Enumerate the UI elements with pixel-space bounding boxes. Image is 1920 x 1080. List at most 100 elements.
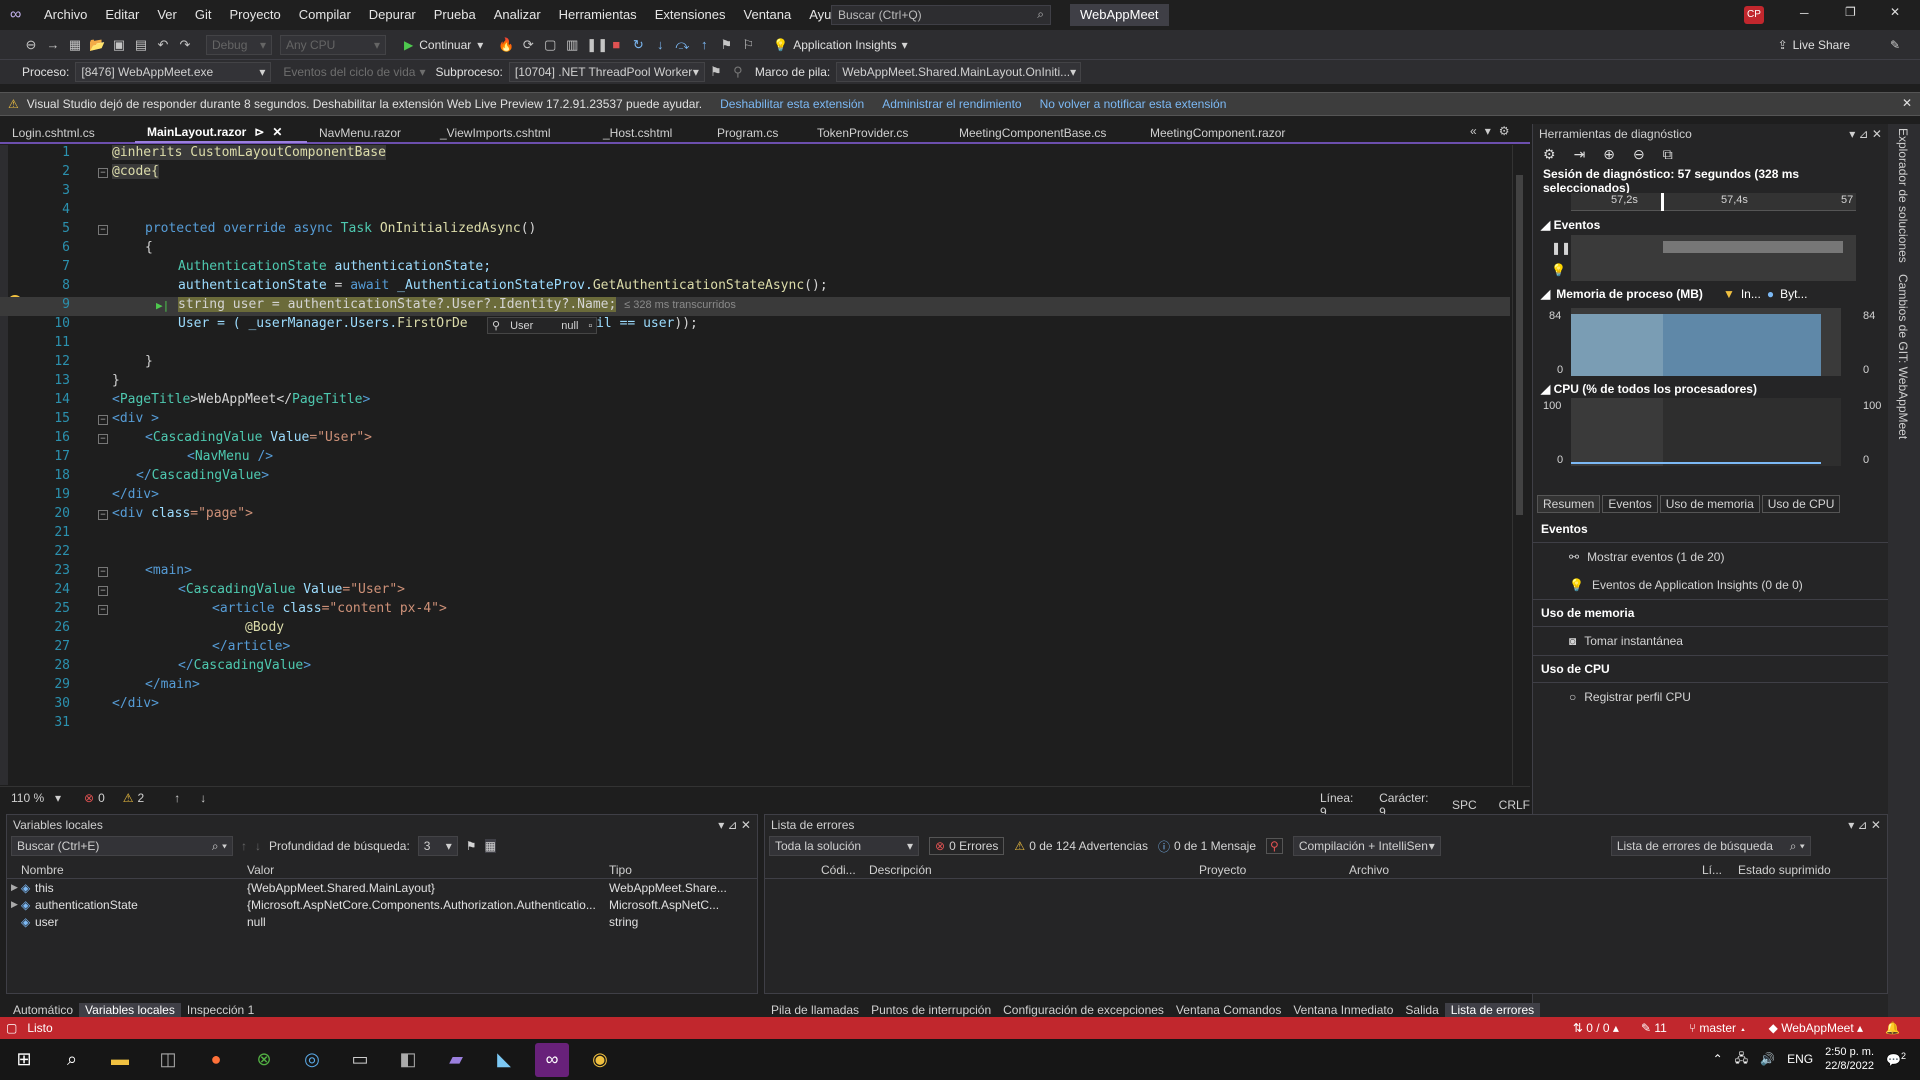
column-description[interactable]: Descripción <box>869 863 1199 877</box>
menu-item-git[interactable]: Git <box>186 7 221 22</box>
scroll-thumb[interactable] <box>1516 175 1523 515</box>
terminal-icon[interactable]: ▭ <box>343 1043 377 1077</box>
git-changes-tab[interactable]: Cambios de GIT: WebAppMeet <box>1896 274 1910 439</box>
application-insights-button[interactable]: 💡 Application Insights ▾ <box>773 38 907 52</box>
menu-item-compilar[interactable]: Compilar <box>290 7 360 22</box>
datatip[interactable]: ⚲ User null ▫ <box>487 317 598 334</box>
continue-button[interactable]: ▶ Continuar ▾ <box>404 38 483 52</box>
events-track[interactable] <box>1571 235 1856 281</box>
tool-tab-4[interactable]: Ventana Inmediato <box>1287 1003 1399 1017</box>
warnings-filter-button[interactable]: ⚠ 0 de 124 Advertencias <box>1014 839 1148 853</box>
column-suppression[interactable]: Estado suprimido <box>1738 863 1858 877</box>
column-value[interactable]: Valor <box>247 863 609 877</box>
menu-item-ventana[interactable]: Ventana <box>735 7 801 22</box>
app-icon[interactable]: ◧ <box>391 1043 425 1077</box>
perf-tip[interactable]: ≤ 328 ms transcurridos <box>624 299 736 311</box>
tool-tab-6[interactable]: Lista de errores <box>1444 1003 1541 1017</box>
language-indicator[interactable]: ENG <box>1787 1052 1813 1066</box>
events-section-header[interactable]: ◢ Eventos <box>1541 218 1600 232</box>
stack-frame-select[interactable]: WebAppMeet.Shared.MainLayout.OnIniti... ▾ <box>836 62 1082 82</box>
notifications-icon[interactable]: 💬2 <box>1886 1051 1906 1067</box>
tool-tab-5[interactable]: Salida <box>1399 1003 1444 1017</box>
steam-icon[interactable]: ◎ <box>295 1043 329 1077</box>
close-tab-icon[interactable]: ✕ <box>272 125 282 139</box>
view-icon[interactable]: ▦ <box>484 839 496 853</box>
expand-icon[interactable]: ▫ <box>588 320 592 332</box>
next-icon[interactable]: ↓ <box>255 839 261 853</box>
column-type[interactable]: Tipo <box>609 863 729 877</box>
step-over-icon[interactable]: ⤼ <box>674 37 690 53</box>
menu-item-prueba[interactable]: Prueba <box>425 7 485 22</box>
clock[interactable]: 2:50 p. m. 22/8/2022 <box>1825 1045 1874 1073</box>
prev-icon[interactable]: ↑ <box>241 839 247 853</box>
next-issue-icon[interactable]: ↓ <box>200 791 206 805</box>
show-events-link[interactable]: ⚯ Mostrar eventos (1 de 20) <box>1533 543 1889 571</box>
tab-program-cs[interactable]: Program.cs <box>705 124 805 143</box>
zoom-select[interactable]: 110 % ▾ <box>6 788 66 808</box>
column-line[interactable]: Lí... <box>1702 863 1738 877</box>
menu-item-extensiones[interactable]: Extensiones <box>646 7 735 22</box>
diag-tab-3[interactable]: Uso de CPU <box>1761 495 1841 513</box>
tab-mainlayout-razor[interactable]: MainLayout.razor ⊳ ✕ <box>135 123 307 143</box>
expand-icon[interactable]: ▶ <box>7 899 21 910</box>
dropdown-icon[interactable]: ▾ <box>1485 124 1491 138</box>
branch-indicator[interactable]: ⑂ master ▴ <box>1689 1021 1747 1035</box>
memory-section-header[interactable]: ◢ Memoria de proceso (MB) ▼ In... ● Byt... <box>1541 287 1807 301</box>
diag-tab-2[interactable]: Uso de memoria <box>1659 495 1760 513</box>
tab-login-cshtml-cs[interactable]: Login.cshtml.cs <box>0 124 135 143</box>
tab--host-cshtml[interactable]: _Host.cshtml <box>591 124 705 143</box>
menu-item-analizar[interactable]: Analizar <box>485 7 550 22</box>
avatar[interactable]: CP <box>1744 6 1764 24</box>
refresh-icon[interactable]: ⟳ <box>520 37 536 53</box>
tool-tab-1[interactable]: Puntos de interrupción <box>865 1003 997 1017</box>
menu-item-archivo[interactable]: Archivo <box>35 7 96 22</box>
sync-indicator[interactable]: ⇅ 0 / 0 ▴ <box>1573 1021 1619 1035</box>
tray-expand-icon[interactable]: ⌃ <box>1713 1052 1723 1066</box>
build-source-select[interactable]: Compilación + IntelliSen ▾ <box>1292 836 1441 856</box>
whitespace-indicator[interactable]: SPC <box>1452 798 1477 812</box>
back-icon[interactable]: ⊖ <box>23 37 39 53</box>
pin-tab-icon[interactable]: ⊳ <box>254 125 264 139</box>
previous-issue-icon[interactable]: ↑ <box>174 791 180 805</box>
process-select[interactable]: [8476] WebAppMeet.exe ▾ <box>75 62 272 82</box>
step-into-icon[interactable]: ↓ <box>652 37 668 53</box>
locals-tab-1[interactable]: Variables locales <box>79 1003 181 1017</box>
menu-item-proyecto[interactable]: Proyecto <box>220 7 289 22</box>
minimize-icon[interactable]: ─ <box>1800 6 1809 20</box>
pane-controls[interactable]: ▾ ⊿ ✕ <box>1849 127 1882 141</box>
search-icon[interactable]: ⌕ <box>55 1043 89 1077</box>
cpu-chart[interactable] <box>1571 398 1841 466</box>
output-icon[interactable]: ▢ <box>6 1021 17 1035</box>
platform-select[interactable]: Any CPU ▾ <box>280 34 386 55</box>
insights-icon[interactable]: 💡 <box>1551 263 1566 277</box>
configuration-select[interactable]: Debug ▾ <box>206 34 272 55</box>
locals-tab-0[interactable]: Automático <box>7 1003 79 1017</box>
repo-indicator[interactable]: ◆ WebAppMeet ▴ <box>1769 1021 1863 1035</box>
tab-meetingcomponentbase-cs[interactable]: MeetingComponentBase.cs <box>947 124 1138 143</box>
locals-search[interactable]: Buscar (Ctrl+E) ⌕ ▾ <box>11 836 233 856</box>
thread-select[interactable]: [10704] .NET ThreadPool Worker ▾ <box>508 62 705 82</box>
pane-controls[interactable]: ▾ ⊿ ✕ <box>1848 818 1881 832</box>
flag-icon[interactable]: ⚑ <box>708 64 724 80</box>
menu-item-ver[interactable]: Ver <box>148 7 186 22</box>
disable-extension-link[interactable]: Deshabilitar esta extensión <box>720 97 864 111</box>
live-share-button[interactable]: ⇪ Live Share <box>1778 38 1850 52</box>
filter-icon[interactable]: ⚑ <box>466 839 477 853</box>
app-icon[interactable]: ◣ <box>487 1043 521 1077</box>
diag-tab-0[interactable]: Resumen <box>1537 495 1601 513</box>
menu-item-herramientas[interactable]: Herramientas <box>550 7 646 22</box>
search-depth-select[interactable]: 3 ▾ <box>417 836 458 856</box>
tool-tab-3[interactable]: Ventana Comandos <box>1170 1003 1287 1017</box>
column-file[interactable]: Archivo <box>1349 863 1702 877</box>
filter-icon[interactable]: ⚲ <box>1266 838 1283 854</box>
undo-icon[interactable]: ↶ <box>155 37 171 53</box>
variable-value[interactable]: {Microsoft.AspNetCore.Components.Authori… <box>247 898 609 912</box>
zoom-out-icon[interactable]: ⊖ <box>1633 146 1645 163</box>
firefox-icon[interactable]: ● <box>199 1043 233 1077</box>
menu-item-depurar[interactable]: Depurar <box>360 7 425 22</box>
pin-icon[interactable]: ⚲ <box>492 319 500 332</box>
reset-view-icon[interactable]: ⧉ <box>1663 146 1673 163</box>
volume-icon[interactable]: 🔊 <box>1760 1052 1775 1066</box>
zoom-in-icon[interactable]: ⊕ <box>1603 146 1615 163</box>
table-row[interactable]: ▶ ◈ authenticationState {Microsoft.AspNetCo… <box>7 896 757 913</box>
